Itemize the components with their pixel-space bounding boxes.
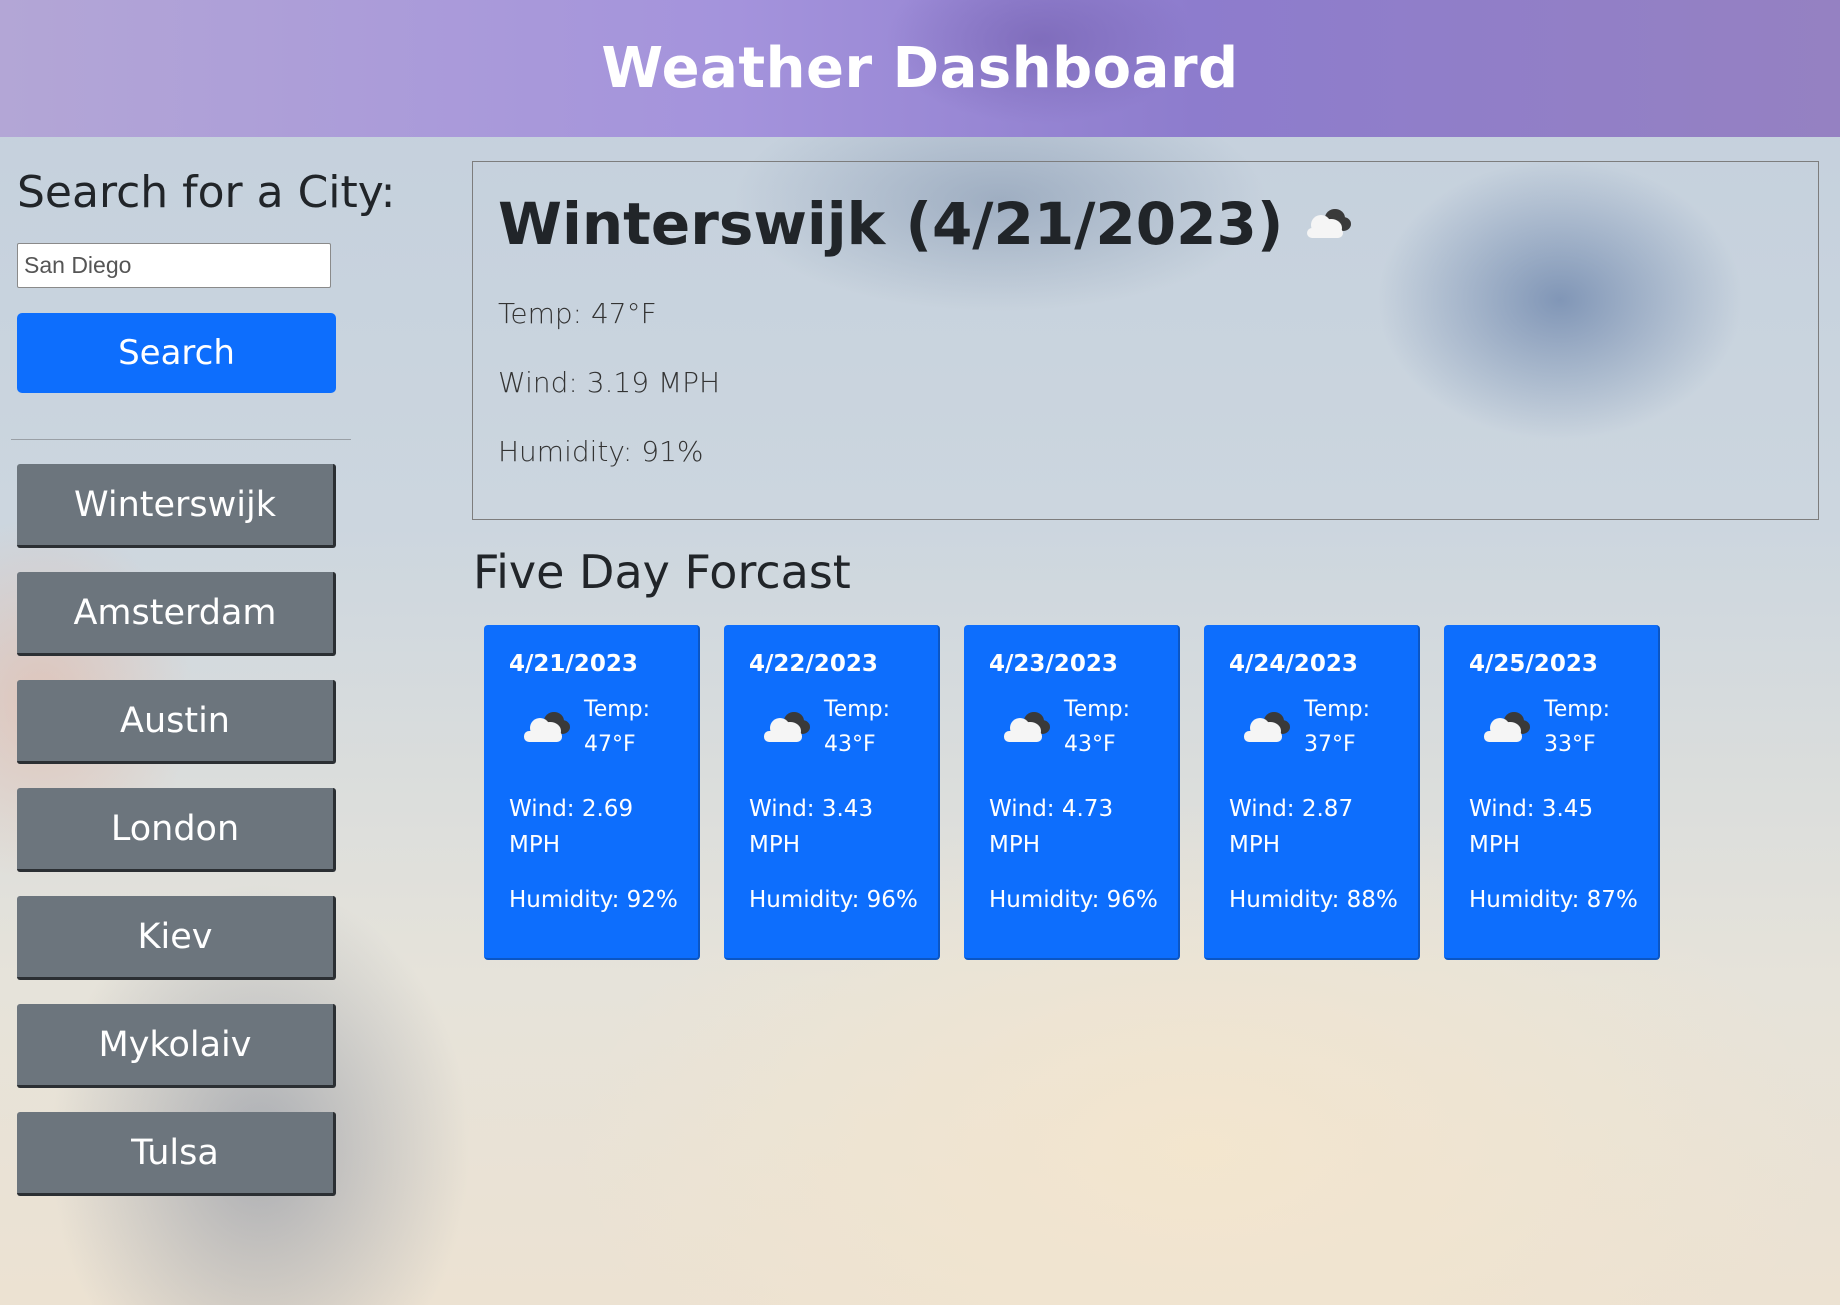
forecast-heading: Five Day Forcast <box>473 545 851 599</box>
forecast-date: 4/25/2023 <box>1469 651 1598 677</box>
search-button[interactable]: Search <box>17 313 336 393</box>
forecast-humidity: Humidity: 92% <box>509 887 678 913</box>
forecast-temp-label: Temp: <box>824 697 891 722</box>
forecast-temp-label: Temp: <box>584 697 651 722</box>
forecast-card: 4/25/2023 Temp: 33°F Wind: 3.45 MPH Humi… <box>1444 625 1660 960</box>
forecast-temp: 33°F <box>1544 732 1596 757</box>
current-weather-title: Winterswijk (4/21/2023) <box>498 190 1355 258</box>
current-wind: Wind: 3.19 MPH <box>498 366 721 399</box>
divider <box>11 439 351 440</box>
current-city-date: Winterswijk (4/21/2023) <box>498 190 1284 258</box>
forecast-temp: 37°F <box>1304 732 1356 757</box>
forecast-temp-label: Temp: <box>1064 697 1131 722</box>
forecast-humidity: Humidity: 96% <box>989 887 1158 913</box>
forecast-temp: 47°F <box>584 732 636 757</box>
forecast-wind: Wind: 3.43 MPH <box>749 796 874 858</box>
forecast-card: 4/21/2023 Temp: 47°F Wind: 2.69 MPH Humi… <box>484 625 700 960</box>
forecast-humidity: Humidity: 87% <box>1469 887 1638 913</box>
history-button-tulsa[interactable]: Tulsa <box>17 1112 336 1196</box>
forecast-date: 4/21/2023 <box>509 651 638 677</box>
forecast-card: 4/24/2023 Temp: 37°F Wind: 2.87 MPH Humi… <box>1204 625 1420 960</box>
forecast-temp: 43°F <box>1064 732 1116 757</box>
forecast-humidity: Humidity: 88% <box>1229 887 1398 913</box>
current-weather-panel: Winterswijk (4/21/2023) Temp: 47°F Wind:… <box>472 161 1819 520</box>
forecast-wind: Wind: 3.45 MPH <box>1469 796 1594 858</box>
city-search-input[interactable] <box>17 243 331 288</box>
forecast-date: 4/22/2023 <box>749 651 878 677</box>
history-button-kiev[interactable]: Kiev <box>17 896 336 980</box>
forecast-temp: 43°F <box>824 732 876 757</box>
page-title: Weather Dashboard <box>601 36 1239 101</box>
forecast-card: 4/23/2023 Temp: 43°F Wind: 4.73 MPH Humi… <box>964 625 1180 960</box>
search-heading: Search for a City: <box>17 167 396 218</box>
history-button-amsterdam[interactable]: Amsterdam <box>17 572 336 656</box>
history-button-london[interactable]: London <box>17 788 336 872</box>
cloud-icon <box>1307 209 1352 238</box>
current-temp: Temp: 47°F <box>498 297 657 330</box>
partly-cloudy-icon <box>524 712 570 742</box>
forecast-humidity: Humidity: 96% <box>749 887 918 913</box>
history-button-austin[interactable]: Austin <box>17 680 336 764</box>
page-header: Weather Dashboard <box>0 0 1840 137</box>
forecast-card: 4/22/2023 Temp: 43°F Wind: 3.43 MPH Humi… <box>724 625 940 960</box>
forecast-wind: Wind: 4.73 MPH <box>989 796 1114 858</box>
current-humidity: Humidity: 91% <box>498 435 704 468</box>
partly-cloudy-icon <box>1004 712 1050 742</box>
history-button-mykolaiv[interactable]: Mykolaiv <box>17 1004 336 1088</box>
history-button-winterswijk[interactable]: Winterswijk <box>17 464 336 548</box>
forecast-date: 4/24/2023 <box>1229 651 1358 677</box>
forecast-temp-label: Temp: <box>1544 697 1611 722</box>
partly-cloudy-icon <box>1484 712 1530 742</box>
forecast-wind: Wind: 2.87 MPH <box>1229 796 1354 858</box>
forecast-date: 4/23/2023 <box>989 651 1118 677</box>
forecast-temp-label: Temp: <box>1304 697 1371 722</box>
partly-cloudy-icon <box>1244 712 1290 742</box>
partly-cloudy-icon <box>764 712 810 742</box>
forecast-wind: Wind: 2.69 MPH <box>509 796 634 858</box>
